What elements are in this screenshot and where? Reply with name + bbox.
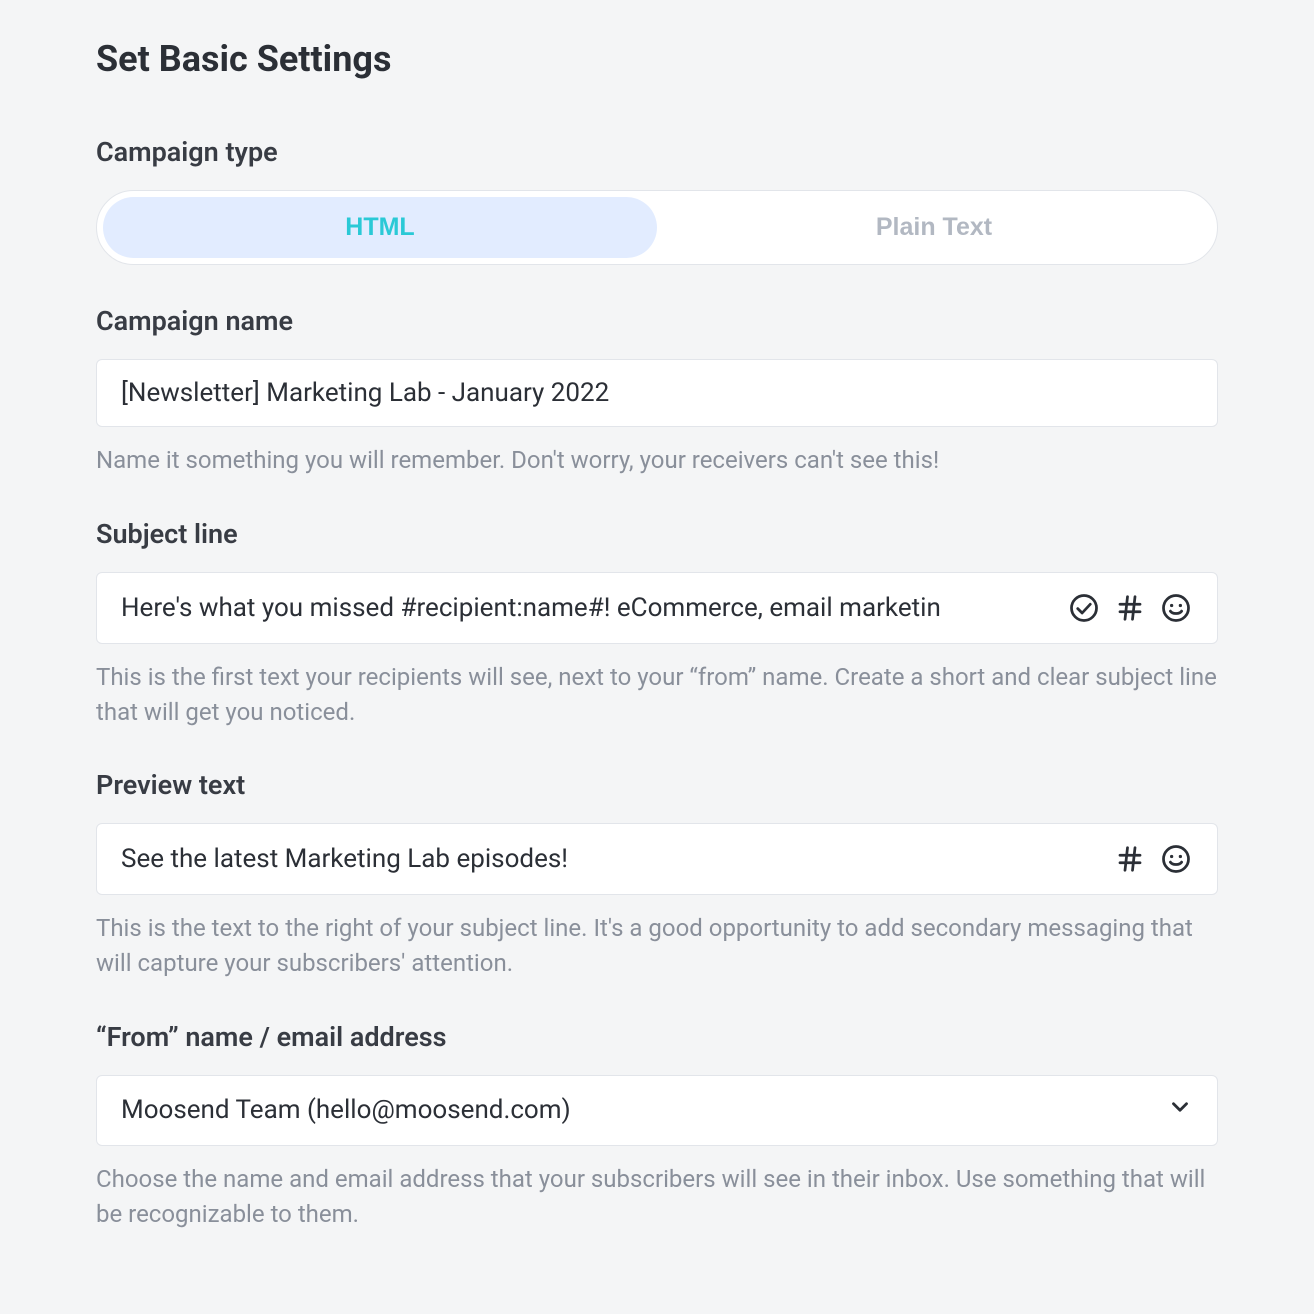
- campaign-name-input-wrap: [96, 359, 1218, 427]
- preview-text-help: This is the text to the right of your su…: [96, 911, 1218, 981]
- emoji-icon[interactable]: [1159, 591, 1193, 625]
- hash-icon[interactable]: [1113, 842, 1147, 876]
- preview-text-group: Preview text This is the te: [96, 769, 1218, 981]
- campaign-type-html[interactable]: HTML: [103, 197, 657, 258]
- preview-text-input-wrap: [96, 823, 1218, 895]
- campaign-name-group: Campaign name Name it something you will…: [96, 305, 1218, 478]
- from-group: “From” name / email address Moosend Team…: [96, 1021, 1218, 1232]
- campaign-type-segmented: HTML Plain Text: [96, 190, 1218, 265]
- campaign-name-help: Name it something you will remember. Don…: [96, 443, 1218, 478]
- subject-line-help: This is the first text your recipients w…: [96, 660, 1218, 730]
- campaign-name-input[interactable]: [121, 378, 1193, 408]
- subject-line-label: Subject line: [96, 518, 1218, 550]
- campaign-type-group: Campaign type HTML Plain Text: [96, 136, 1218, 265]
- subject-line-group: Subject line: [96, 518, 1218, 730]
- subject-line-input[interactable]: [121, 593, 1055, 623]
- subject-line-input-wrap: [96, 572, 1218, 644]
- campaign-type-plain[interactable]: Plain Text: [657, 197, 1211, 258]
- from-select[interactable]: Moosend Team (hello@moosend.com): [96, 1075, 1218, 1146]
- emoji-icon[interactable]: [1159, 842, 1193, 876]
- from-help: Choose the name and email address that y…: [96, 1162, 1218, 1232]
- preview-text-label: Preview text: [96, 769, 1218, 801]
- from-label: “From” name / email address: [96, 1021, 1218, 1053]
- page-title: Set Basic Settings: [96, 38, 1218, 80]
- campaign-type-label: Campaign type: [96, 136, 1218, 168]
- hash-icon[interactable]: [1113, 591, 1147, 625]
- preview-text-input[interactable]: [121, 844, 1101, 874]
- check-circle-icon[interactable]: [1067, 591, 1101, 625]
- chevron-down-icon: [1167, 1094, 1193, 1127]
- campaign-name-label: Campaign name: [96, 305, 1218, 337]
- from-value: Moosend Team (hello@moosend.com): [121, 1095, 571, 1125]
